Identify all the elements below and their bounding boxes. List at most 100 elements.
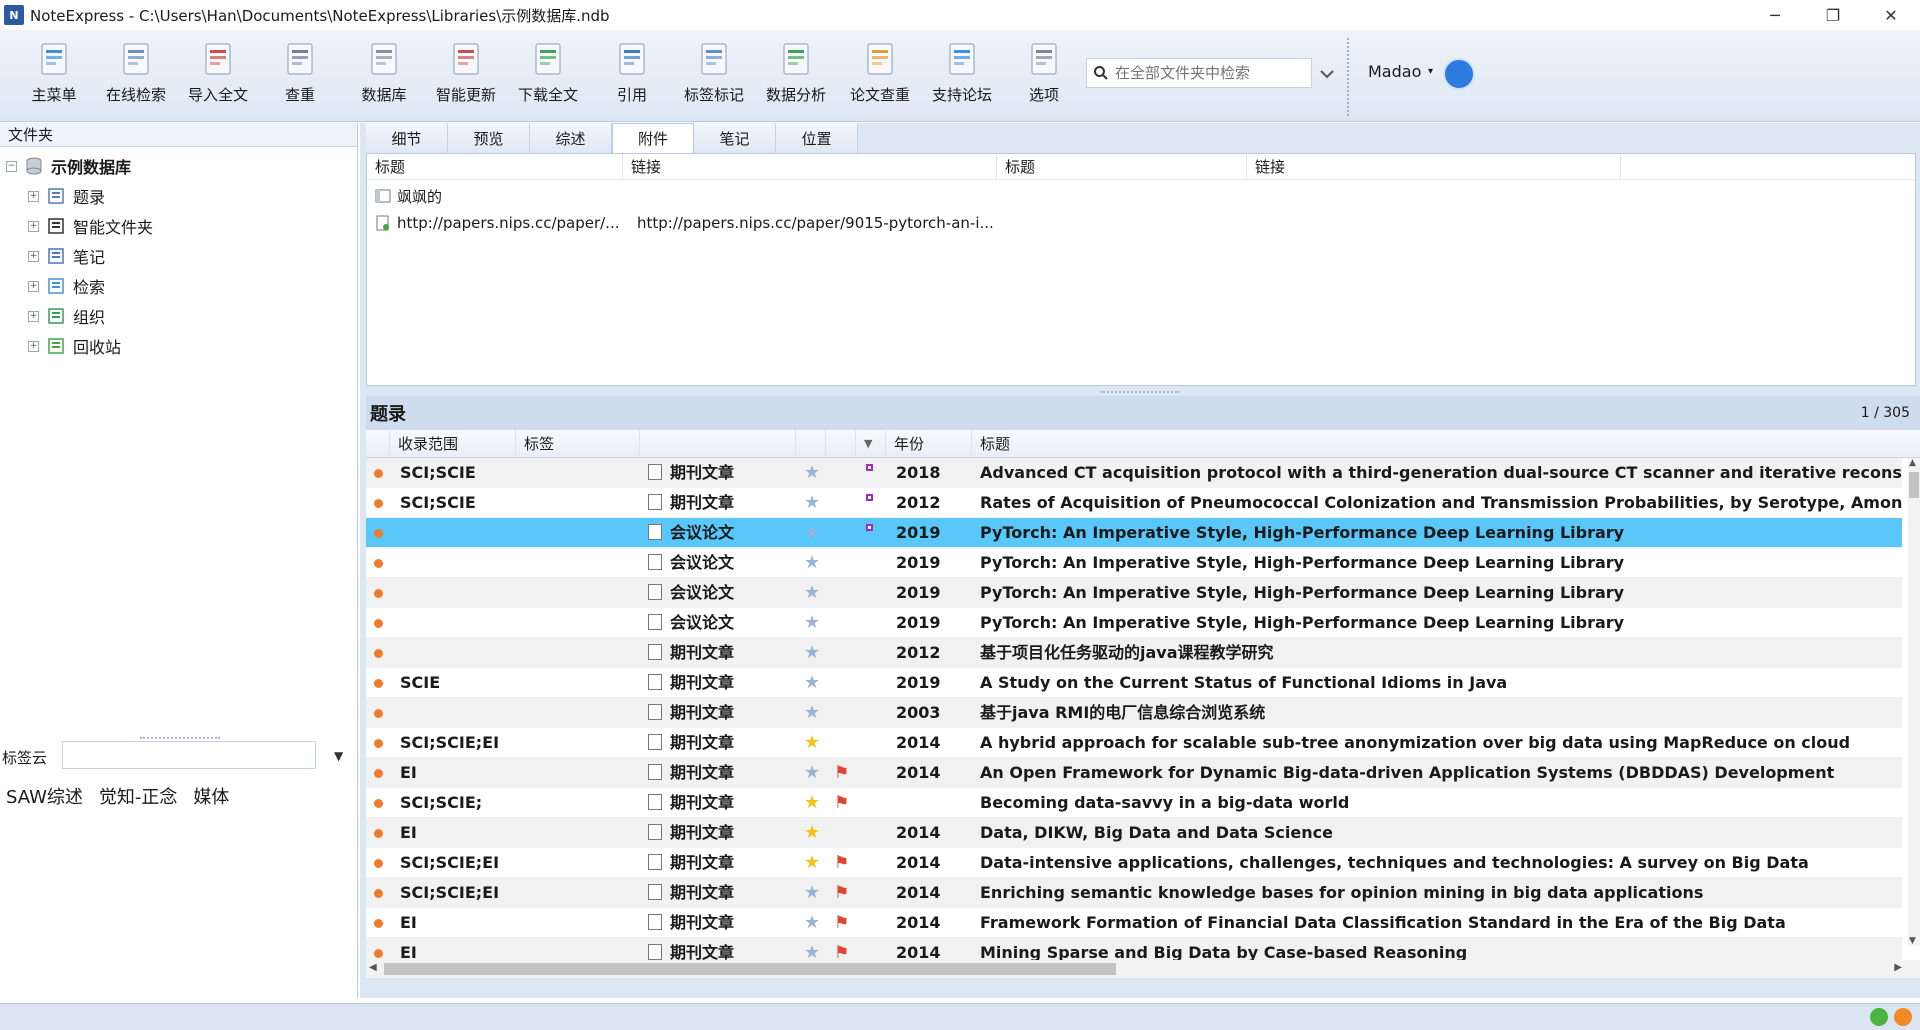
- search-box[interactable]: [1086, 58, 1312, 88]
- table-row[interactable]: SCI;SCIE;EI 期刊文章 ★ 2014 A hybrid approach fo…: [366, 728, 1902, 758]
- table-row[interactable]: EI 期刊文章 ★ ⚑ 2014 An Open Framework for Dynami…: [366, 758, 1902, 788]
- tab-location[interactable]: 位置: [776, 123, 858, 153]
- tab-attachments[interactable]: 附件: [612, 123, 694, 153]
- expand-icon[interactable]: +: [28, 280, 39, 292]
- search-input[interactable]: [1115, 64, 1305, 82]
- flag-icon[interactable]: ⚑: [834, 788, 858, 818]
- table-row[interactable]: 会议论文 ★ 2019 PyTorch: An Imperative Style, H…: [366, 548, 1902, 578]
- table-row[interactable]: 会议论文 ★ 2019 PyTorch: An Imperative Style, H…: [366, 608, 1902, 638]
- table-row[interactable]: SCIE 期刊文章 ★ 2019 A Study on the Current Stat…: [366, 668, 1902, 698]
- tab-details[interactable]: 细节: [366, 123, 448, 153]
- expand-icon[interactable]: +: [28, 220, 39, 232]
- table-row[interactable]: 期刊文章 ★ 2012 基于项目化任务驱动的java课程教学研究: [366, 638, 1902, 668]
- scroll-down-icon[interactable]: ▼: [1909, 936, 1916, 946]
- attachment-col-title[interactable]: 标题: [367, 154, 623, 180]
- toolbar-button[interactable]: 标签标记: [674, 40, 754, 120]
- tree-root[interactable]: − 示例数据库: [6, 153, 131, 179]
- star-icon[interactable]: ★: [804, 758, 828, 788]
- star-icon[interactable]: ★: [804, 548, 828, 578]
- star-icon[interactable]: ★: [804, 518, 828, 548]
- toolbar-button[interactable]: 导入全文: [178, 40, 258, 120]
- detail-splitter[interactable]: [1100, 391, 1180, 393]
- toolbar-button[interactable]: 论文查重: [840, 40, 920, 120]
- tree-item[interactable]: + 题录: [28, 183, 105, 209]
- search-dropdown-button[interactable]: [1316, 64, 1338, 84]
- table-row[interactable]: EI 期刊文章 ★ 2014 Data, DIKW, Big Data and Data…: [366, 818, 1902, 848]
- star-icon[interactable]: ★: [804, 668, 828, 698]
- notification-icon[interactable]: [1894, 1008, 1912, 1026]
- flag-icon[interactable]: ⚑: [834, 908, 858, 938]
- star-icon[interactable]: ★: [804, 728, 828, 758]
- tab-summary[interactable]: 综述: [530, 123, 612, 153]
- table-row[interactable]: 期刊文章 ★ 2003 基于java RMI的电厂信息综合浏览系统: [366, 698, 1902, 728]
- avatar[interactable]: [1443, 58, 1475, 90]
- vertical-scroll-thumb[interactable]: [1909, 472, 1919, 498]
- toolbar-button[interactable]: 查重: [260, 40, 340, 120]
- attachment-col-title-2[interactable]: 标题: [997, 154, 1247, 180]
- attachment-link[interactable]: http://papers.nips.cc/paper/9015-pytorch…: [637, 214, 994, 232]
- star-icon[interactable]: ★: [804, 818, 828, 848]
- table-row[interactable]: 会议论文 ★ 2019 PyTorch: An Imperative Style, H…: [366, 518, 1902, 548]
- col-type[interactable]: [640, 430, 796, 458]
- flag-icon[interactable]: ⚑: [834, 848, 858, 878]
- col-star[interactable]: [796, 430, 826, 458]
- expand-icon[interactable]: +: [28, 190, 39, 202]
- attachment-col-link-2[interactable]: 链接: [1247, 154, 1621, 180]
- horizontal-scrollbar[interactable]: ◀ ▶: [366, 960, 1920, 978]
- tag-item[interactable]: 媒体: [193, 783, 229, 809]
- col-flag[interactable]: [826, 430, 856, 458]
- toolbar-button[interactable]: 下载全文: [508, 40, 588, 120]
- expand-icon[interactable]: +: [28, 250, 39, 262]
- vertical-scrollbar[interactable]: ▲ ▼: [1908, 458, 1920, 946]
- table-row[interactable]: SCI;SCIE;EI 期刊文章 ★ ⚑ 2014 Data-intensive appl…: [366, 848, 1902, 878]
- flag-icon[interactable]: ⚑: [834, 878, 858, 908]
- toolbar-button[interactable]: 支持论坛: [922, 40, 1002, 120]
- table-row[interactable]: SCI;SCIE 期刊文章 ★ 2012 Rates of Acquisition of…: [366, 488, 1902, 518]
- minimize-button[interactable]: ─: [1746, 0, 1804, 30]
- table-row[interactable]: SCI;SCIE 期刊文章 ★ 2018 Advanced CT acquisition…: [366, 458, 1902, 488]
- tagcloud-input[interactable]: [62, 741, 316, 769]
- star-icon[interactable]: ★: [804, 698, 828, 728]
- table-row[interactable]: SCI;SCIE;EI 期刊文章 ★ ⚑ 2014 Enriching semantic …: [366, 878, 1902, 908]
- tag-item[interactable]: 觉知-正念: [99, 783, 178, 809]
- tab-notes[interactable]: 笔记: [694, 123, 776, 153]
- tree-item[interactable]: + 笔记: [28, 243, 105, 269]
- toolbar-button[interactable]: 智能更新: [426, 40, 506, 120]
- col-tags[interactable]: 标签: [516, 430, 640, 458]
- star-icon[interactable]: ★: [804, 878, 828, 908]
- star-icon[interactable]: ★: [804, 848, 828, 878]
- col-title[interactable]: 标题: [972, 430, 1920, 458]
- expand-icon[interactable]: +: [28, 310, 39, 322]
- toolbar-button[interactable]: 主菜单: [14, 40, 94, 120]
- toolbar-button[interactable]: 在线检索: [96, 40, 176, 120]
- flag-icon[interactable]: ⚑: [834, 758, 858, 788]
- tree-item[interactable]: + 组织: [28, 303, 105, 329]
- star-icon[interactable]: ★: [804, 458, 828, 488]
- star-icon[interactable]: ★: [804, 638, 828, 668]
- sort-icon[interactable]: ▼: [856, 430, 886, 458]
- toolbar-button[interactable]: 引用: [592, 40, 672, 120]
- toolbar-button[interactable]: 数据库: [344, 40, 424, 120]
- tag-item[interactable]: SAW综述: [6, 783, 83, 809]
- star-icon[interactable]: ★: [804, 908, 828, 938]
- horizontal-scroll-thumb[interactable]: [384, 963, 1116, 975]
- table-row[interactable]: SCI;SCIE; 期刊文章 ★ ⚑ Becoming data-savvy in a …: [366, 788, 1902, 818]
- col-status[interactable]: [366, 430, 390, 458]
- star-icon[interactable]: ★: [804, 608, 828, 638]
- sync-status-icon[interactable]: [1870, 1008, 1888, 1026]
- table-row[interactable]: 会议论文 ★ 2019 PyTorch: An Imperative Style, H…: [366, 578, 1902, 608]
- scroll-right-icon[interactable]: ▶: [1894, 962, 1902, 973]
- toolbar-button[interactable]: 选项: [1004, 40, 1084, 120]
- toolbar-button[interactable]: 数据分析: [756, 40, 836, 120]
- user-name[interactable]: Madao: [1368, 62, 1421, 81]
- collapse-icon[interactable]: −: [6, 160, 17, 172]
- tab-preview[interactable]: 预览: [448, 123, 530, 153]
- user-menu-caret[interactable]: ▾: [1428, 66, 1433, 77]
- close-button[interactable]: ✕: [1862, 0, 1920, 30]
- star-icon[interactable]: ★: [804, 488, 828, 518]
- expand-icon[interactable]: +: [28, 340, 39, 352]
- scroll-up-icon[interactable]: ▲: [1909, 458, 1916, 468]
- col-scope[interactable]: 收录范围: [390, 430, 516, 458]
- star-icon[interactable]: ★: [804, 578, 828, 608]
- restore-button[interactable]: ❐: [1804, 0, 1862, 30]
